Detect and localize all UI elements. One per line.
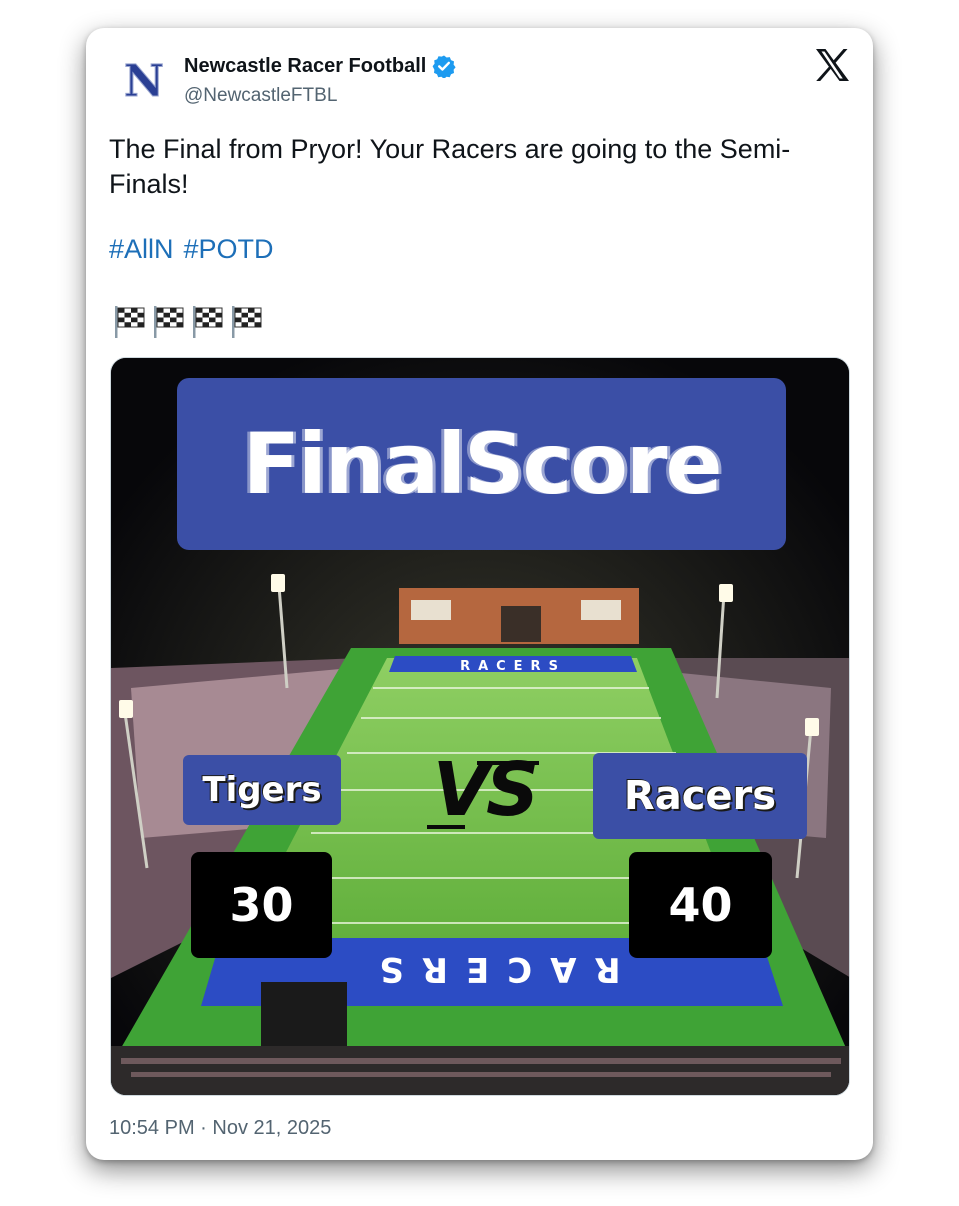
team-right-name: Racers — [623, 773, 777, 819]
banner-title: FinalScore — [242, 415, 723, 513]
avatar-letter: N — [124, 58, 164, 102]
versus-label: VS — [432, 747, 540, 833]
hashtag-link[interactable]: #POTD — [184, 234, 274, 264]
tweet-card: N Newcastle Racer Football @NewcastleFTB… — [86, 28, 873, 1160]
team-left-name: Tigers — [202, 770, 322, 810]
hashtags: #AllN #POTD — [109, 234, 284, 265]
team-right-label: Racers — [593, 753, 807, 839]
tweet-media-image[interactable]: RACERS RACERS FinalScore Tigers 30 VS Ra… — [110, 357, 850, 1096]
hashtag-link[interactable]: #AllN — [109, 234, 174, 264]
end-zone-text-bottom: RACERS — [361, 949, 620, 989]
author-display-name[interactable]: Newcastle Racer Football — [184, 55, 426, 78]
end-zone-text-top: RACERS — [460, 659, 566, 674]
team-right-score: 40 — [668, 878, 733, 932]
checkered-flag-icon — [154, 306, 184, 338]
tweet-text: The Final from Pryor! Your Racers are go… — [109, 134, 791, 199]
verified-badge-icon — [432, 55, 456, 78]
team-left-score-box: 30 — [191, 852, 332, 958]
team-left-label: Tigers — [183, 755, 341, 825]
final-score-banner: FinalScore — [177, 378, 786, 550]
emoji-row — [112, 302, 265, 340]
team-right-score-box: 40 — [629, 852, 772, 958]
team-left-score: 30 — [229, 878, 294, 932]
tweet-timestamp[interactable]: 10:54 PM · Nov 21, 2025 — [109, 1117, 331, 1140]
versus-overline — [477, 761, 539, 765]
checkered-flag-icon — [193, 306, 223, 338]
author-name-row: Newcastle Racer Football — [184, 54, 456, 78]
checkered-flag-icon — [232, 306, 262, 338]
checkered-flag-icon — [115, 306, 145, 338]
versus-underline — [427, 825, 465, 829]
avatar[interactable]: N — [124, 58, 164, 102]
x-logo-icon[interactable] — [814, 48, 850, 82]
author-handle[interactable]: @NewcastleFTBL — [184, 85, 337, 107]
